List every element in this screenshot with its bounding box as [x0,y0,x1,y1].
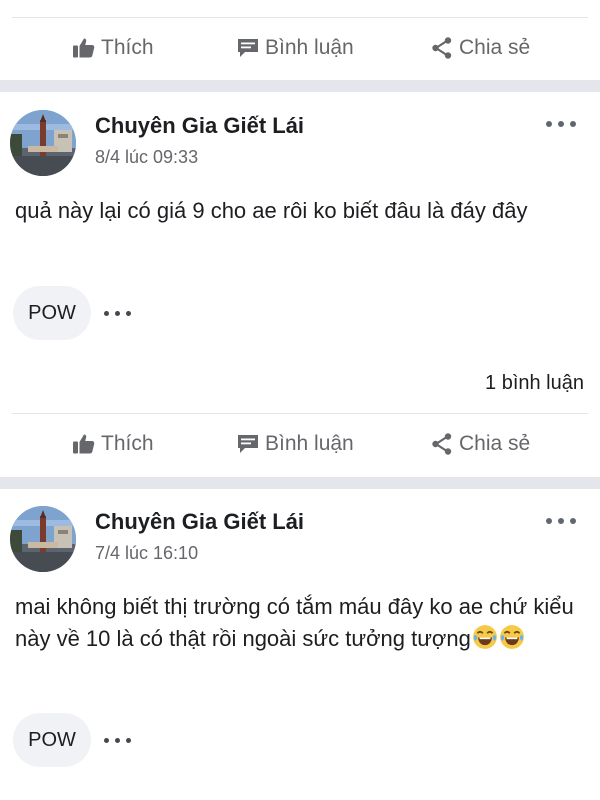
comment-count[interactable]: 1 bình luận [485,372,584,395]
like-label: Thích [101,432,154,455]
thumbs-up-icon [72,36,96,60]
comment-button[interactable]: Bình luận [236,28,354,68]
comment-label: Bình luận [265,36,354,59]
divider [12,413,588,414]
more-tags-icon[interactable] [104,736,131,744]
post-action-bar: Thích Bình luận Chia sẻ [0,28,600,68]
comment-icon [236,36,260,60]
post-timestamp[interactable]: 7/4 lúc 16:10 [95,543,198,564]
post-author[interactable]: Chuyên Gia Giết Lái [95,113,304,139]
like-button[interactable]: Thích [72,424,154,464]
share-icon [430,432,454,456]
like-label: Thích [101,36,154,59]
post-text: mai không biết thị trường có tắm máu đây… [15,591,587,655]
post-author[interactable]: Chuyên Gia Giết Lái [95,509,304,535]
share-icon [430,36,454,60]
avatar-image [10,110,76,176]
avatar[interactable] [10,506,76,572]
share-label: Chia sẻ [459,36,531,59]
tag-label: POW [28,301,76,324]
share-button[interactable]: Chia sẻ [430,28,530,68]
comment-button[interactable]: Bình luận [236,424,354,464]
post-separator [0,80,600,92]
laughing-emoji-icon [499,624,525,650]
avatar-image [10,506,76,572]
share-label: Chia sẻ [459,432,531,455]
thumbs-up-icon [72,432,96,456]
tag-pill[interactable]: POW [13,286,91,340]
post-timestamp[interactable]: 8/4 lúc 09:33 [95,147,198,168]
share-button[interactable]: Chia sẻ [430,424,530,464]
laughing-emoji-icon [472,624,498,650]
tag-pill[interactable]: POW [13,713,91,767]
like-button[interactable]: Thích [72,28,154,68]
comment-icon [236,432,260,456]
more-tags-icon[interactable] [104,309,131,317]
more-options-icon[interactable] [546,119,576,129]
post-separator [0,477,600,489]
post-text: quả này lại có giá 9 cho ae rôi ko biết … [15,198,528,223]
divider [12,17,588,18]
comment-label: Bình luận [265,432,354,455]
more-options-icon[interactable] [546,516,576,526]
avatar[interactable] [10,110,76,176]
tag-label: POW [28,728,76,751]
post-action-bar: Thích Bình luận Chia sẻ [0,424,600,464]
news-feed: Thích Bình luận Chia sẻ Chuyên Gia Giết … [0,0,600,800]
